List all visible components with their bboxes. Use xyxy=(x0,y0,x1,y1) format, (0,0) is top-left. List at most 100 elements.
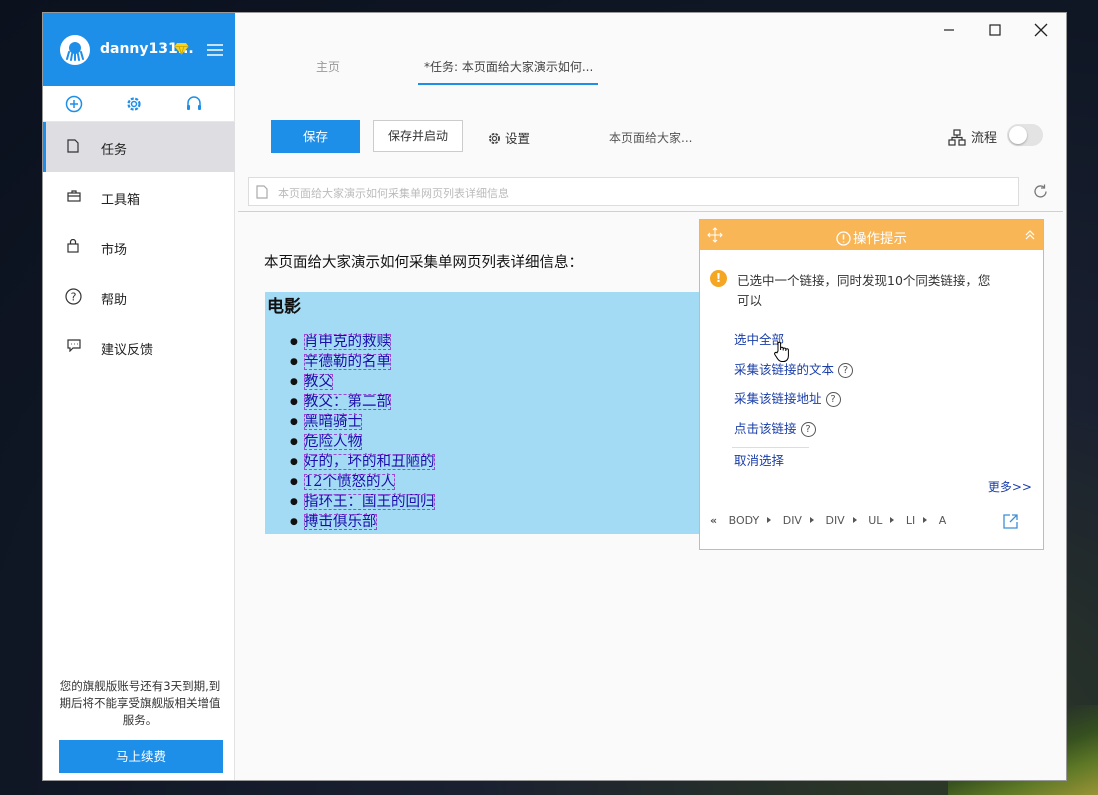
shopping-bag-icon xyxy=(67,238,79,257)
help-icon[interactable]: ? xyxy=(800,422,816,437)
sidebar-item-help[interactable]: ? 帮助 xyxy=(43,272,235,322)
flow-toggle[interactable] xyxy=(1007,124,1043,146)
operation-tips-panel: 操作提示 ! 已选中一个链接，同时发现10个同类链接，您可以 选中全部 采集该链… xyxy=(699,219,1044,550)
extract-link-url-link[interactable]: 采集该链接地址? xyxy=(734,388,841,407)
path-item[interactable]: DIV xyxy=(783,514,802,527)
path-item[interactable]: UL xyxy=(868,514,882,527)
page-intro-text: 本页面给大家演示如何采集单网页列表详细信息： xyxy=(264,255,583,271)
extract-link-text-link[interactable]: 采集该链接的文本? xyxy=(734,359,854,378)
task-name: 本页面给大家... xyxy=(609,131,693,145)
url-value: 本页面给大家演示如何采集单网页列表详细信息 xyxy=(278,187,509,200)
maximize-icon[interactable] xyxy=(987,22,1003,42)
user-bar: danny131... xyxy=(43,13,235,86)
chevron-double-left-icon[interactable]: « xyxy=(710,514,717,527)
chevron-double-up-icon[interactable] xyxy=(1025,229,1035,244)
path-item[interactable]: LI xyxy=(906,514,915,527)
divider xyxy=(238,211,1063,212)
flow-toggle-label: 流程 xyxy=(948,127,997,146)
list-item: 危险人物 xyxy=(290,432,435,452)
tips-message: 已选中一个链接，同时发现10个同类链接，您可以 xyxy=(737,273,991,308)
movie-link[interactable]: 12个愤怒的人 xyxy=(304,474,395,490)
feedback-icon xyxy=(67,339,81,356)
list-item: 教父：第二部 xyxy=(290,392,435,412)
avatar[interactable] xyxy=(60,35,90,65)
movie-link[interactable]: 教父：第二部 xyxy=(304,394,391,410)
help-icon[interactable]: ? xyxy=(838,363,854,378)
list-item: 辛德勒的名单 xyxy=(290,352,435,372)
settings-label: 设置 xyxy=(505,131,531,146)
list-item: 搏击俱乐部 xyxy=(290,512,435,532)
action-label: 采集该链接地址 xyxy=(734,391,822,406)
page-icon xyxy=(256,185,268,199)
movie-link[interactable]: 辛德勒的名单 xyxy=(304,354,391,370)
sidebar-item-market[interactable]: 市场 xyxy=(43,222,235,272)
quick-actions xyxy=(43,86,235,122)
tab-home[interactable]: 主页 xyxy=(316,58,340,75)
path-item[interactable]: BODY xyxy=(729,514,760,527)
sidebar-item-tasks[interactable]: 任务 xyxy=(43,122,235,172)
caret-right-icon xyxy=(890,517,895,523)
info-icon xyxy=(836,231,851,246)
caret-right-icon xyxy=(852,517,857,523)
caret-right-icon xyxy=(809,517,814,523)
movie-link[interactable]: 黑暗骑士 xyxy=(304,414,362,430)
path-item[interactable]: A xyxy=(939,514,947,527)
selected-region[interactable]: 电影 肖申克的救赎 辛德勒的名单 教父 教父：第二部 黑暗骑士 危险人物 好的，… xyxy=(265,292,705,534)
add-circle-icon[interactable] xyxy=(65,95,83,117)
path-item[interactable]: DIV xyxy=(825,514,844,527)
close-icon[interactable] xyxy=(1033,22,1049,42)
gear-icon[interactable] xyxy=(125,95,143,117)
app-window: danny131... 任务 工具箱 市场 ? 帮助 建议反馈 您的旗舰版账号还… xyxy=(43,13,1066,780)
sidebar-item-label: 任务 xyxy=(101,143,128,158)
sidebar-item-label: 市场 xyxy=(101,243,128,258)
action-label: 取消选择 xyxy=(734,453,785,468)
active-tab-indicator xyxy=(418,83,598,85)
external-link-icon[interactable] xyxy=(1002,513,1019,534)
sidebar-item-feedback[interactable]: 建议反馈 xyxy=(43,322,235,372)
flow-label-text: 流程 xyxy=(971,131,998,146)
movie-link[interactable]: 搏击俱乐部 xyxy=(304,514,377,530)
sidebar-item-label: 建议反馈 xyxy=(101,343,154,358)
svg-text:?: ? xyxy=(71,291,77,304)
refresh-icon[interactable] xyxy=(1032,183,1049,204)
gear-icon xyxy=(489,133,500,144)
save-button[interactable]: 保存 xyxy=(271,120,360,153)
help-icon: ? xyxy=(65,288,82,309)
movie-link[interactable]: 指环王：国王的回归 xyxy=(304,494,435,510)
flowchart-icon xyxy=(948,129,966,146)
help-icon[interactable]: ? xyxy=(825,392,841,407)
minimize-icon[interactable] xyxy=(941,22,957,42)
list-item: 指环王：国王的回归 xyxy=(290,492,435,512)
movie-link[interactable]: 好的，坏的和丑陋的 xyxy=(304,454,435,470)
list-item: 教父 xyxy=(290,372,435,392)
list-item: 黑暗骑士 xyxy=(290,412,435,432)
tab-task[interactable]: *任务: 本页面给大家演示如何... xyxy=(424,58,593,75)
more-link[interactable]: 更多>> xyxy=(988,478,1032,495)
sidebar-item-toolbox[interactable]: 工具箱 xyxy=(43,172,235,222)
movie-link[interactable]: 肖申克的救赎 xyxy=(304,334,391,350)
click-link-link[interactable]: 点击该链接? xyxy=(734,418,816,437)
menu-icon[interactable] xyxy=(207,44,223,60)
move-icon[interactable] xyxy=(707,227,723,247)
toolbox-icon xyxy=(67,189,81,206)
sidebar-item-label: 帮助 xyxy=(101,293,128,308)
movie-heading: 电影 xyxy=(267,297,301,317)
action-label: 点击该链接 xyxy=(734,421,797,436)
tips-header[interactable]: 操作提示 xyxy=(700,220,1043,250)
movie-link[interactable]: 教父 xyxy=(304,374,333,390)
divider xyxy=(732,447,809,448)
tips-title: 操作提示 xyxy=(836,227,907,247)
list-item: 肖申克的救赎 xyxy=(290,332,435,352)
settings-button[interactable]: 设置 xyxy=(487,128,530,147)
sidebar-item-label: 工具箱 xyxy=(101,193,141,208)
list-item: 好的，坏的和丑陋的 xyxy=(290,452,435,472)
warning-icon: ! xyxy=(710,270,727,287)
renew-button[interactable]: 马上续费 xyxy=(59,740,223,773)
headset-icon[interactable] xyxy=(185,95,203,117)
movie-link[interactable]: 危险人物 xyxy=(304,434,362,450)
element-path-breadcrumb: « BODY DIV DIV UL LI A xyxy=(710,514,946,527)
url-bar[interactable]: 本页面给大家演示如何采集单网页列表详细信息 xyxy=(248,177,1019,206)
save-and-start-button[interactable]: 保存并启动 xyxy=(373,120,463,152)
cancel-selection-link[interactable]: 取消选择 xyxy=(734,450,784,469)
movie-list: 肖申克的救赎 辛德勒的名单 教父 教父：第二部 黑暗骑士 危险人物 好的，坏的和… xyxy=(290,332,435,532)
